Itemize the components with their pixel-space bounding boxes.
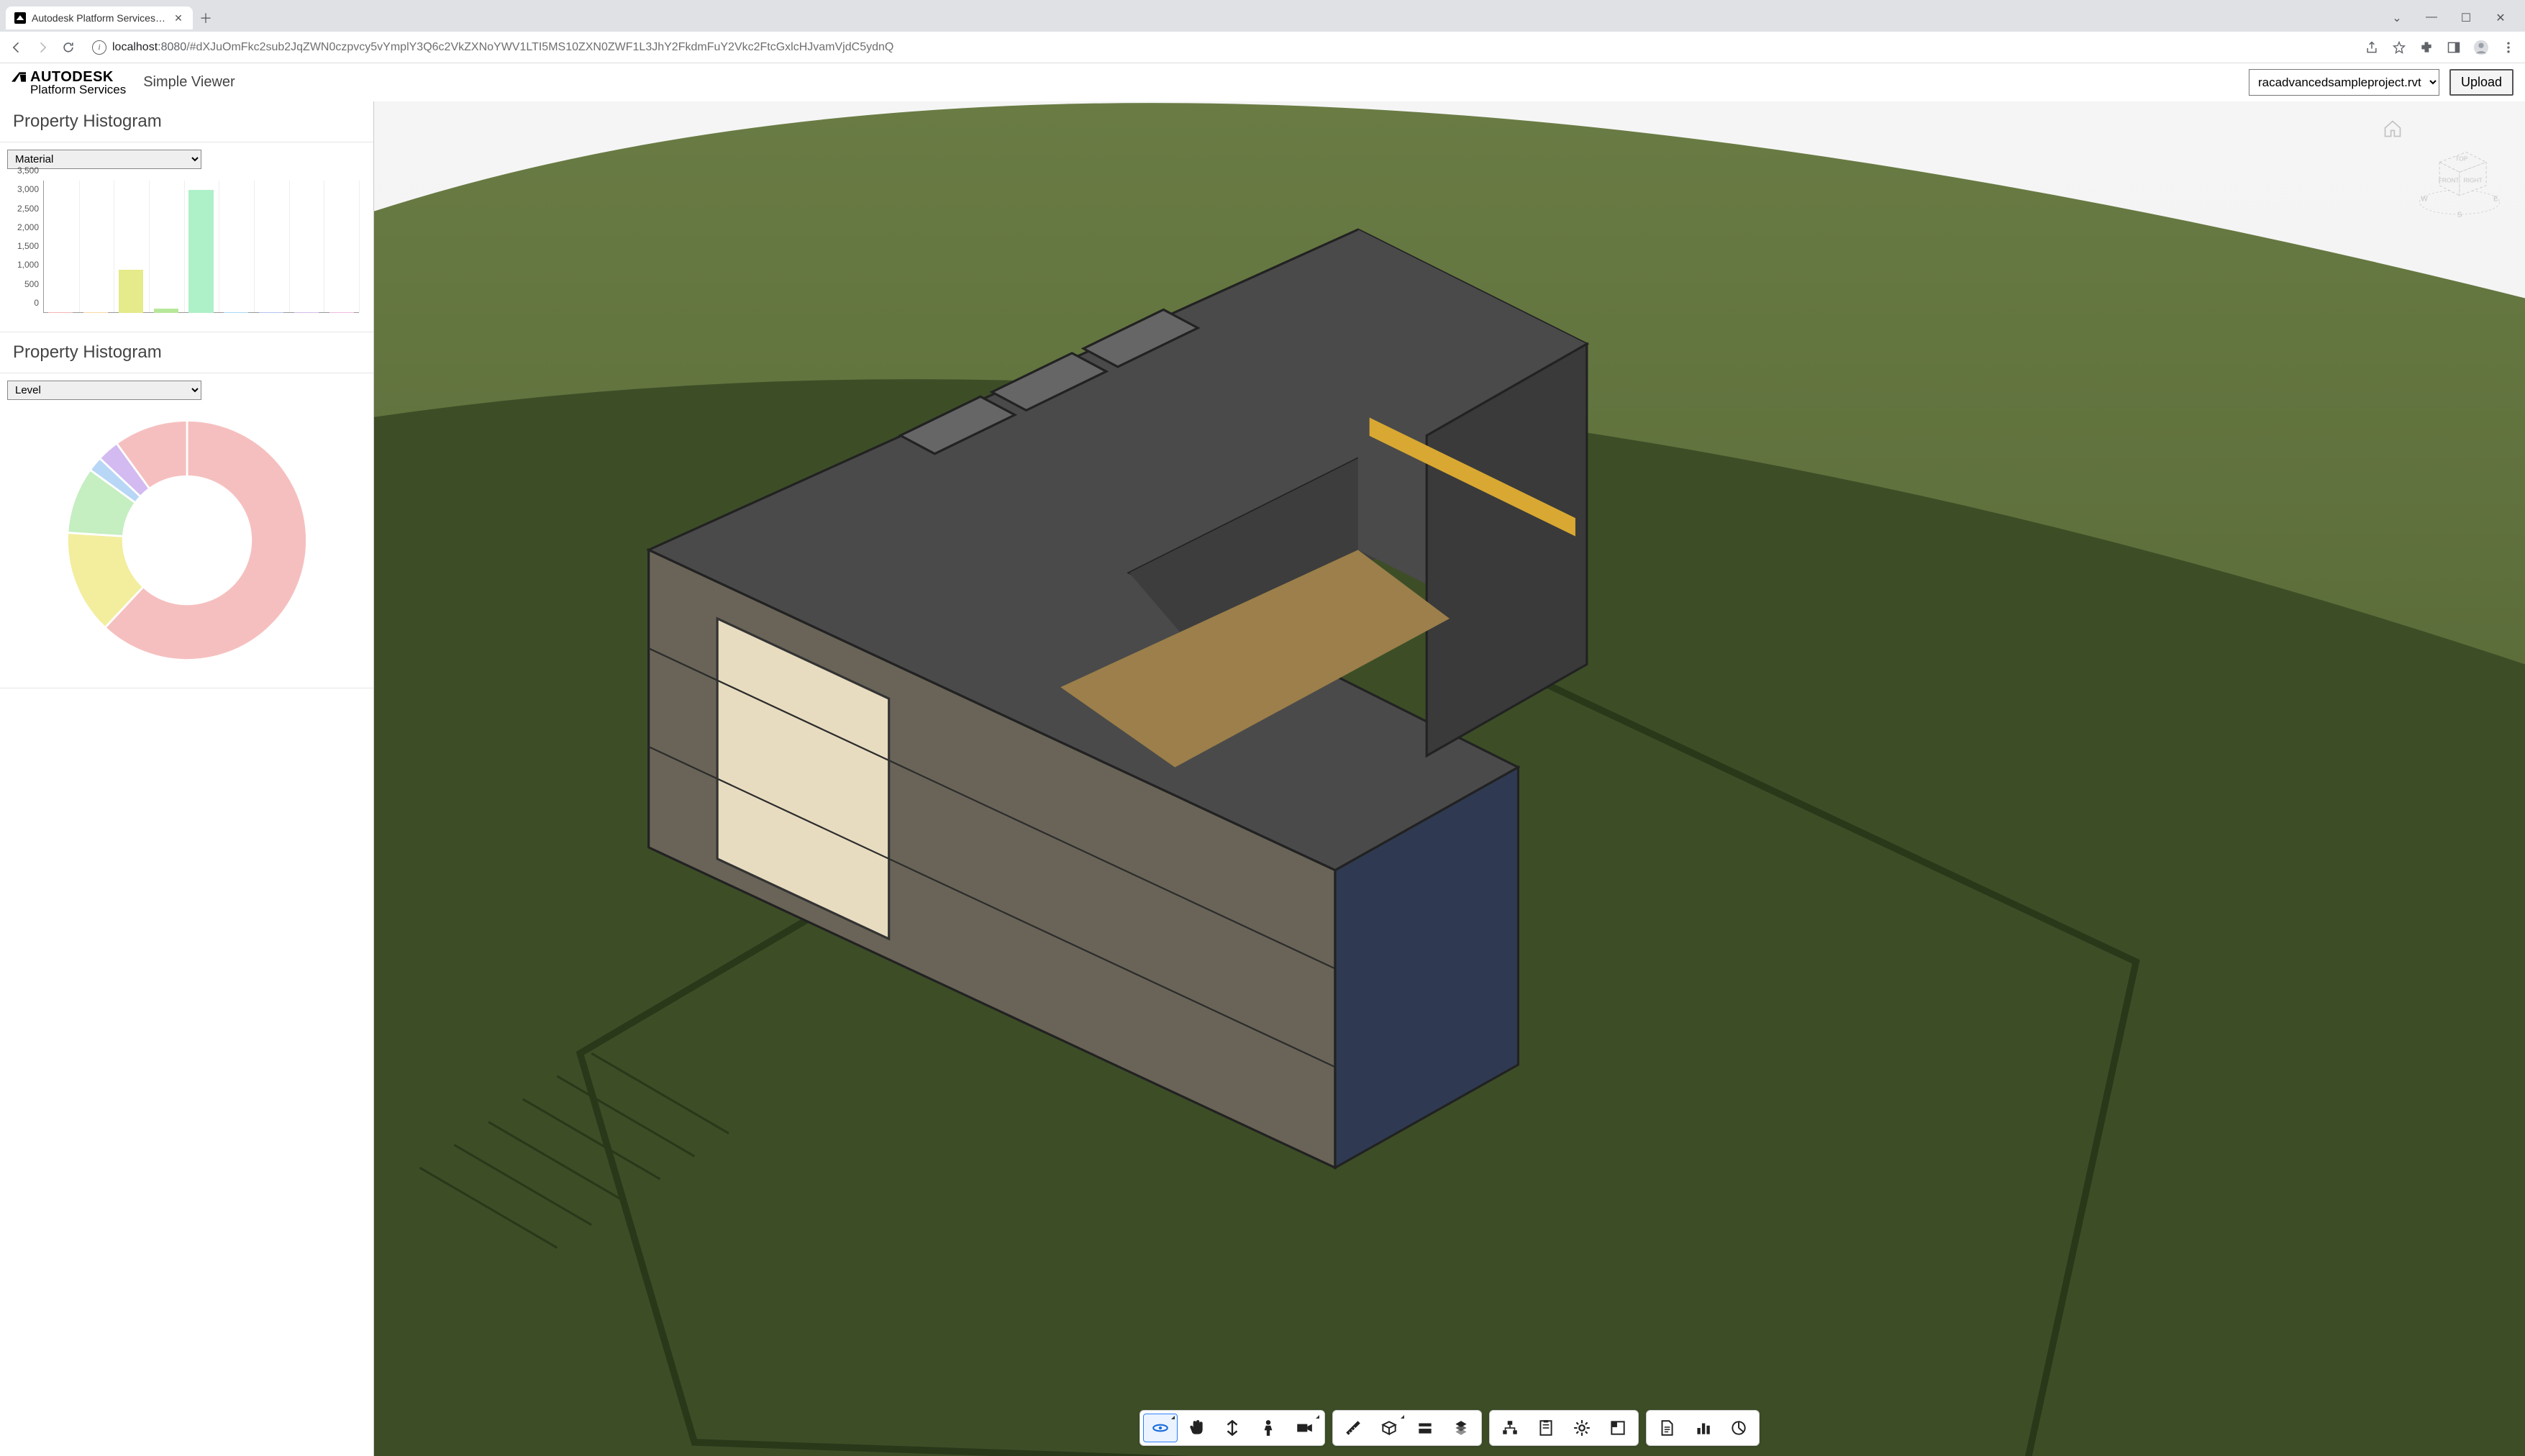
tab-close-icon[interactable]: ✕ [173,12,184,24]
bar[interactable] [154,309,178,313]
window-close-icon[interactable]: ✕ [2490,11,2511,25]
brand-logo: AUTODESK Platform Services [12,70,126,96]
nav-reload-icon[interactable] [60,40,76,55]
viewer-toolbar [1139,1410,1760,1446]
home-icon[interactable] [2383,119,2403,139]
browser-menu-icon[interactable] [2501,40,2516,55]
window-controls: ⌄ — ☐ ✕ [2387,11,2519,25]
svg-text:E: E [2493,195,2498,203]
camera-tool-icon[interactable] [1287,1414,1321,1442]
properties-tool-icon[interactable] [1529,1414,1563,1442]
bar-chart-bars [43,181,359,313]
first-person-tool-icon[interactable] [1251,1414,1286,1442]
app-body: Property Histogram Material 05001,0001,5… [0,101,2525,1456]
section-tool-icon[interactable] [1372,1414,1406,1442]
sidebar: Property Histogram Material 05001,0001,5… [0,101,374,1456]
bar[interactable] [294,312,319,313]
nav-forward-icon[interactable] [35,40,50,55]
barchart-tool-icon[interactable] [1685,1414,1720,1442]
settings-tool-icon[interactable] [1565,1414,1599,1442]
svg-text:W: W [2421,195,2428,203]
app-title: Simple Viewer [143,74,235,91]
window-maximize-icon[interactable]: ☐ [2456,11,2476,25]
address-bar[interactable]: i localhost:8080/#dXJuOmFkc2sub2JqZWN0cz… [86,36,2354,59]
fullscreen-tool-icon[interactable] [1601,1414,1635,1442]
tab-favicon-icon [14,12,26,24]
bar[interactable] [259,312,283,313]
bar[interactable] [188,190,213,313]
histogram-panel-bar: Property Histogram Material 05001,0001,5… [0,101,373,332]
brand-subtitle: Platform Services [12,83,126,96]
property-select-level[interactable]: Level [7,381,201,400]
tool-group-model [1489,1410,1639,1446]
tool-group-navigation [1139,1410,1325,1446]
profile-avatar-icon[interactable] [2473,40,2489,55]
window-minimize-icon[interactable]: — [2421,11,2442,25]
svg-text:TOP: TOP [2455,155,2467,163]
address-bar-row: i localhost:8080/#dXJuOmFkc2sub2JqZWN0cz… [0,32,2525,63]
bar[interactable] [83,312,108,313]
browser-tab[interactable]: Autodesk Platform Services: Sim ✕ [6,6,193,29]
app-header: AUTODESK Platform Services Simple Viewer… [0,63,2525,101]
pan-tool-icon[interactable] [1179,1414,1214,1442]
nav-back-icon[interactable] [9,40,24,55]
donut-chart[interactable] [54,407,320,673]
bar[interactable] [48,312,73,313]
measure-tool-icon[interactable] [1336,1414,1370,1442]
brand-name: AUTODESK [30,70,114,84]
extensions-icon[interactable] [2419,40,2434,55]
autodesk-logo-icon [12,72,26,82]
svg-text:S: S [2457,211,2462,219]
viewcube[interactable]: S W E TOP FRONT RIGHT [2413,129,2506,222]
bar[interactable] [329,312,354,313]
browser-chrome: Autodesk Platform Services: Sim ✕ ＋ ⌄ — … [0,0,2525,63]
new-tab-button[interactable]: ＋ [196,8,216,28]
site-info-icon[interactable]: i [92,40,106,55]
model-browser-tool-icon[interactable] [1444,1414,1478,1442]
piechart-tool-icon[interactable] [1721,1414,1756,1442]
model-select[interactable]: racadvancedsampleproject.rvt [2249,69,2439,96]
bar-chart[interactable]: 05001,0001,5002,0002,5003,0003,500 [7,181,366,324]
svg-text:FRONT: FRONT [2439,176,2460,183]
panel-title: Property Histogram [0,332,373,373]
panel-title: Property Histogram [0,101,373,142]
app-root: AUTODESK Platform Services Simple Viewer… [0,63,2525,1456]
viewer-3d[interactable]: S W E TOP FRONT RIGHT [374,101,2525,1456]
svg-text:RIGHT: RIGHT [2464,176,2483,183]
bar-chart-y-axis: 05001,0001,5002,0002,5003,0003,500 [7,181,42,313]
share-icon[interactable] [2364,40,2380,55]
sidepanel-icon[interactable] [2446,40,2462,55]
tool-group-extensions [1646,1410,1760,1446]
tab-bar: Autodesk Platform Services: Sim ✕ ＋ ⌄ — … [0,0,2525,32]
explode-tool-icon[interactable] [1408,1414,1442,1442]
url-text: localhost:8080/#dXJuOmFkc2sub2JqZWN0czpv… [112,41,893,54]
window-dropdown-icon[interactable]: ⌄ [2387,11,2407,25]
structure-tool-icon[interactable] [1493,1414,1527,1442]
bookmark-star-icon[interactable] [2391,40,2407,55]
bar[interactable] [119,270,143,313]
upload-button[interactable]: Upload [2449,69,2513,96]
zoom-tool-icon[interactable] [1215,1414,1250,1442]
browser-toolbar-right [2364,40,2516,55]
viewer-scene [374,101,2525,1456]
tab-title: Autodesk Platform Services: Sim [32,12,167,24]
orbit-tool-icon[interactable] [1143,1414,1178,1442]
histogram-panel-pie: Property Histogram Level [0,332,373,688]
bar[interactable] [224,312,248,313]
tool-group-inspection [1332,1410,1482,1446]
document-tool-icon[interactable] [1650,1414,1684,1442]
